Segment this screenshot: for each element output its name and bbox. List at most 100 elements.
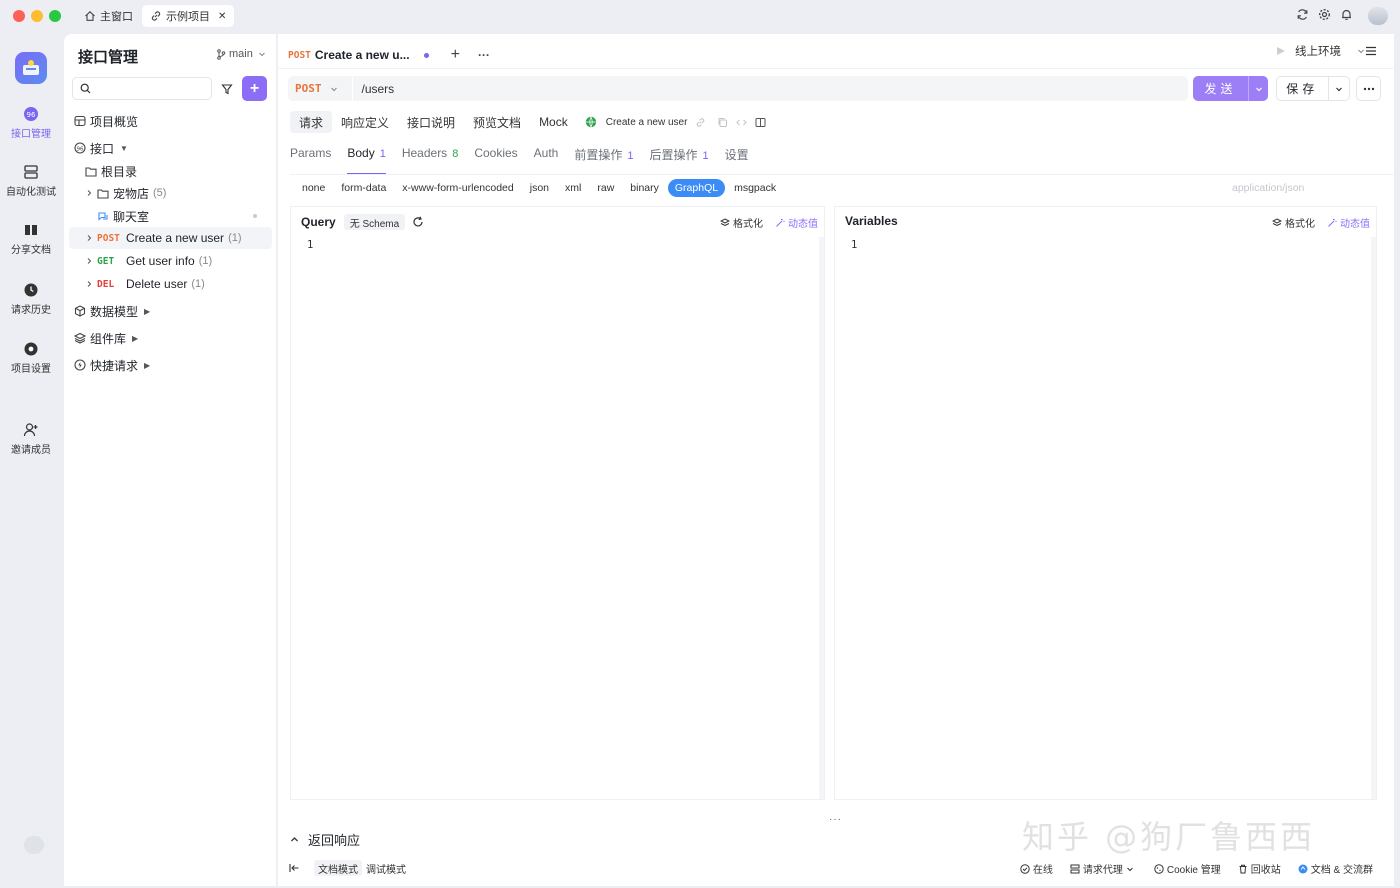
tab-body[interactable]: Body 1 — [347, 146, 387, 175]
schema-select[interactable]: 无 Schema — [343, 214, 406, 230]
code-icon[interactable] — [736, 117, 748, 128]
sync-icon[interactable] — [1296, 8, 1309, 21]
variables-editor[interactable]: Variables 格式化 动态值 1 — [834, 206, 1377, 800]
send-button[interactable]: 发送 — [1193, 76, 1268, 101]
request-tab[interactable]: POST Create a new u... + ··· — [288, 46, 490, 64]
new-tab-button[interactable]: + — [451, 46, 460, 64]
save-button[interactable]: 保存 — [1276, 76, 1350, 101]
body-type-msgpack[interactable]: msgpack — [727, 179, 783, 197]
body-type-graphql[interactable]: GraphQL — [667, 179, 726, 197]
chevron-right-icon — [87, 235, 92, 241]
sidebar-bottom-avatar[interactable] — [24, 836, 44, 854]
body-type-raw[interactable]: raw — [590, 179, 621, 197]
tab-settings[interactable]: 设置 — [725, 146, 749, 170]
body-type-xml[interactable]: xml — [558, 179, 588, 197]
body-type-none[interactable]: none — [295, 179, 332, 197]
editor-scrollbar[interactable] — [1371, 237, 1376, 799]
tree-item-create-user[interactable]: POST Create a new user (1) — [69, 227, 272, 249]
tab-cookies[interactable]: Cookies — [474, 146, 517, 170]
subtab-preview-doc[interactable]: 预览文档 — [464, 111, 530, 133]
tree-item-chat-room[interactable]: 聊天室 — [64, 205, 276, 227]
endpoint-name: Create a new user — [605, 116, 688, 128]
more-actions-button[interactable] — [1356, 76, 1381, 101]
body-type-json[interactable]: json — [523, 179, 556, 197]
link-icon[interactable] — [695, 117, 706, 128]
method-select[interactable]: POST — [295, 82, 322, 95]
tab-more-button[interactable]: ··· — [478, 48, 490, 62]
query-editor[interactable]: Query 无 Schema 格式化 动态值 1 — [290, 206, 825, 800]
collapse-sidebar-icon[interactable] — [289, 863, 300, 873]
rail-item-share-docs[interactable]: 分享文档 — [0, 222, 62, 256]
minimize-window-button[interactable] — [31, 10, 43, 22]
tree-item-overview[interactable]: 项目概览 — [64, 110, 276, 132]
tab-pre-processors[interactable]: 前置操作 1 — [574, 146, 633, 170]
tree-item-interfaces[interactable]: 96 接口 ▼ — [64, 137, 276, 159]
close-window-button[interactable] — [13, 10, 25, 22]
chevron-right-icon — [87, 281, 92, 287]
url-bar: POST /users — [288, 76, 1188, 101]
zoom-window-button[interactable] — [49, 10, 61, 22]
proxy-button[interactable]: 请求代理 — [1070, 861, 1137, 876]
subtab-request[interactable]: 请求 — [290, 111, 333, 133]
overview-icon — [74, 115, 86, 127]
body-type-form-data[interactable]: form-data — [334, 179, 393, 197]
rail-item-automation[interactable]: 自动化测试 — [0, 164, 62, 198]
window-tab-project[interactable]: 示例项目 ✕ — [142, 5, 235, 27]
send-dropdown[interactable] — [1248, 76, 1268, 101]
tree-item-root[interactable]: 根目录 — [64, 160, 276, 182]
tab-post-processors[interactable]: 后置操作 1 — [650, 146, 709, 170]
window-tab-main[interactable]: 主窗口 — [76, 5, 141, 27]
tree-item-get-user[interactable]: GET Get user info (1) — [64, 250, 276, 272]
body-type-binary[interactable]: binary — [623, 179, 666, 197]
subtab-description[interactable]: 接口说明 — [398, 111, 464, 133]
status-dot — [253, 214, 257, 218]
tab-auth[interactable]: Auth — [534, 146, 559, 170]
menu-icon[interactable] — [1364, 44, 1378, 61]
dynamic-value-button[interactable]: 动态值 — [1327, 215, 1370, 230]
format-button[interactable]: 格式化 — [1272, 215, 1315, 230]
filter-button[interactable] — [215, 77, 238, 100]
dynamic-value-button[interactable]: 动态值 — [775, 215, 818, 230]
tab-headers[interactable]: Headers 8 — [402, 146, 458, 170]
tree-item-pet-store[interactable]: 宠物店 (5) — [64, 182, 276, 204]
subtab-mock[interactable]: Mock — [530, 111, 577, 133]
docs-community-button[interactable]: 文档 & 交流群 — [1298, 861, 1373, 876]
caret-down-icon: ▼ — [120, 143, 128, 153]
close-tab-icon[interactable]: ✕ — [218, 11, 226, 22]
add-button[interactable]: + — [242, 76, 267, 101]
bell-icon[interactable] — [1340, 8, 1353, 21]
sidebar-title: 接口管理 — [78, 49, 139, 66]
online-status[interactable]: 在线 — [1020, 861, 1053, 876]
tree-item-data-models[interactable]: 数据模型 ▶ — [64, 300, 276, 322]
cookie-manager-button[interactable]: Cookie 管理 — [1154, 861, 1221, 876]
editor-scrollbar[interactable] — [819, 237, 824, 799]
doc-mode-button[interactable]: 文档模式 — [314, 860, 362, 876]
save-dropdown[interactable] — [1327, 77, 1349, 100]
rail-item-project-settings[interactable]: 项目设置 — [0, 341, 62, 375]
tab-params[interactable]: Params — [290, 146, 331, 170]
body-type-urlencoded[interactable]: x-www-form-urlencoded — [395, 179, 520, 197]
home-icon — [85, 11, 95, 21]
tree-item-quick-requests[interactable]: 快捷请求 ▶ — [64, 354, 276, 376]
subtab-response-def[interactable]: 响应定义 — [332, 111, 398, 133]
rail-item-invite[interactable]: 邀请成员 — [0, 422, 62, 456]
debug-mode-button[interactable]: 调试模式 — [362, 860, 410, 876]
tree-item-components[interactable]: 组件库 ▶ — [64, 327, 276, 349]
branch-selector[interactable]: main — [216, 48, 266, 60]
avatar[interactable] — [1368, 7, 1388, 25]
refresh-icon[interactable] — [412, 216, 424, 228]
gear-icon[interactable] — [1318, 8, 1331, 21]
rail-item-history[interactable]: 请求历史 — [0, 282, 62, 316]
tree-item-delete-user[interactable]: DEL Delete user (1) — [64, 273, 276, 295]
search-input[interactable] — [73, 78, 211, 99]
recycle-bin-button[interactable]: 回收站 — [1238, 861, 1281, 876]
resize-handle[interactable]: ··· — [829, 814, 842, 825]
format-button[interactable]: 格式化 — [720, 215, 763, 230]
app-logo[interactable] — [15, 52, 47, 84]
response-toggle[interactable]: 返回响应 — [290, 830, 360, 849]
rail-item-api[interactable]: 96 接口管理 — [0, 106, 62, 140]
copy-icon[interactable] — [717, 117, 728, 128]
url-input[interactable]: /users — [362, 82, 395, 96]
split-view-icon[interactable] — [755, 117, 766, 128]
caret-right-icon: ▶ — [132, 333, 139, 343]
